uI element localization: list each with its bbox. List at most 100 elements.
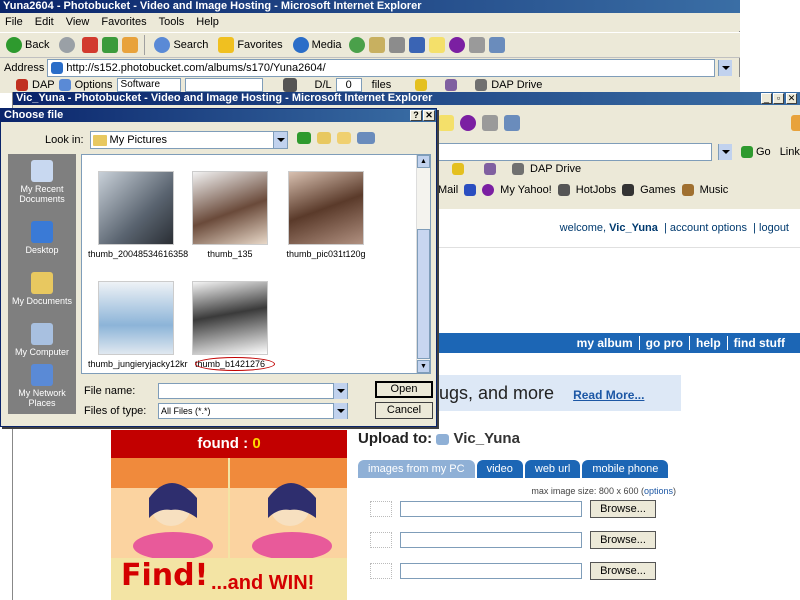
nav-go-pro[interactable]: go pro <box>638 336 689 350</box>
software-select[interactable]: Software <box>116 78 181 92</box>
address-input[interactable]: http://s152.photobucket.com/albums/s170/… <box>47 59 716 77</box>
open-button[interactable]: Open <box>375 381 433 398</box>
upload-file-input[interactable] <box>400 532 582 548</box>
logout-link[interactable]: logout <box>759 222 789 234</box>
dialog-close-button[interactable]: ✕ <box>423 110 435 121</box>
read-more-link[interactable]: Read More... <box>573 388 644 402</box>
file-thumbnail[interactable]: thumb_jungieryjacky12kr <box>88 281 188 369</box>
place-my-network-places[interactable]: My Network Places <box>8 358 76 409</box>
upload-file-input[interactable] <box>400 501 582 517</box>
browse-button[interactable]: Browse... <box>590 531 656 549</box>
file-thumbnail[interactable]: thumb_135 <box>182 171 278 259</box>
file-thumbnail[interactable]: thumb_pic031t120g <box>278 171 374 259</box>
notes-icon[interactable] <box>428 37 445 53</box>
refresh-icon[interactable] <box>102 37 119 53</box>
nav-my-album[interactable]: my album <box>571 336 639 350</box>
dap-drive-label[interactable]: DAP Drive <box>491 79 542 91</box>
menu-file[interactable]: File <box>0 13 30 31</box>
place-desktop[interactable]: Desktop <box>8 205 76 256</box>
nav-find-stuff[interactable]: find stuff <box>726 336 791 350</box>
menu-tools[interactable]: Tools <box>154 13 192 31</box>
media-button[interactable]: Media <box>290 34 345 56</box>
file-name-dropdown[interactable] <box>333 383 347 399</box>
research-icon[interactable] <box>504 115 520 131</box>
tools-icon[interactable] <box>445 79 458 91</box>
menu-favorites[interactable]: Favorites <box>96 13 153 31</box>
files-of-type-dropdown[interactable] <box>333 403 347 419</box>
crosshair-icon[interactable] <box>282 78 297 92</box>
new-folder-icon[interactable] <box>337 132 351 144</box>
game-picture-left[interactable] <box>111 458 228 560</box>
cancel-button[interactable]: Cancel <box>375 402 433 419</box>
menu-view[interactable]: View <box>61 13 97 31</box>
scroll-up-button[interactable]: ▲ <box>417 155 430 168</box>
tab-mobile-phone[interactable]: mobile phone <box>582 460 669 478</box>
place-my-documents[interactable]: My Documents <box>8 256 76 307</box>
research-icon[interactable] <box>488 37 505 53</box>
notes-icon[interactable] <box>438 115 454 131</box>
go-button[interactable]: Go <box>738 143 774 161</box>
find-and-win-ad[interactable]: found : 0 Find! ...and WIN! <box>111 430 347 600</box>
options-link[interactable]: options <box>644 486 673 496</box>
dap-search-input[interactable] <box>184 78 263 92</box>
files-of-type-select[interactable]: All Files (*.*) <box>158 403 348 419</box>
close-button[interactable]: ✕ <box>786 93 797 104</box>
file-thumbnail-selected[interactable]: thumb_b1421276 <box>182 281 278 369</box>
options-label[interactable]: Options <box>75 79 113 91</box>
nav-help[interactable]: help <box>689 336 727 350</box>
links-label[interactable]: Links <box>780 146 800 158</box>
forward-button[interactable] <box>56 34 78 56</box>
game-picture-right[interactable] <box>230 458 347 560</box>
file-list-scrollbar[interactable]: ▲ ▼ <box>416 155 430 373</box>
browse-button[interactable]: Browse... <box>590 500 656 518</box>
drive-icon[interactable] <box>512 163 524 175</box>
minimize-button[interactable]: _ <box>761 93 772 104</box>
games-link[interactable]: Games <box>640 184 675 196</box>
back-arrow-icon[interactable] <box>297 132 311 144</box>
tab-web-url[interactable]: web url <box>524 460 581 478</box>
tab-images-from-pc[interactable]: images from my PC <box>358 460 475 478</box>
yahoo-icon[interactable] <box>448 37 465 53</box>
dap-label[interactable]: DAP <box>32 79 55 91</box>
address-dropdown[interactable] <box>718 60 733 76</box>
browse-button[interactable]: Browse... <box>590 562 656 580</box>
look-in-dropdown[interactable] <box>272 132 287 148</box>
tab-video[interactable]: video <box>476 460 523 478</box>
word-icon[interactable] <box>408 37 425 53</box>
back-button[interactable]: Back <box>3 34 52 56</box>
add-icon[interactable] <box>464 184 477 196</box>
mail-icon[interactable] <box>368 37 385 53</box>
help-button[interactable]: ? <box>410 110 422 121</box>
menu-edit[interactable]: Edit <box>30 13 61 31</box>
account-options-link[interactable]: account options <box>670 222 747 234</box>
messenger-icon[interactable] <box>482 115 498 131</box>
favorites-button[interactable]: Favorites <box>215 34 285 56</box>
search-button[interactable]: Search <box>151 34 211 56</box>
music-link[interactable]: Music <box>700 184 729 196</box>
highlighter-icon[interactable] <box>452 163 464 175</box>
upload-file-input[interactable] <box>400 563 582 579</box>
scroll-thumb[interactable] <box>417 229 430 359</box>
scroll-down-button[interactable]: ▼ <box>417 360 430 373</box>
home-icon[interactable] <box>122 37 139 53</box>
tools-icon[interactable] <box>484 163 496 175</box>
file-name-input[interactable] <box>158 383 348 399</box>
history-icon[interactable] <box>348 37 365 53</box>
front-address-dropdown[interactable] <box>718 144 732 160</box>
my-yahoo-link[interactable]: My Yahoo! <box>500 184 552 196</box>
look-in-select[interactable]: My Pictures <box>89 131 288 149</box>
hotjobs-link[interactable]: HotJobs <box>576 184 616 196</box>
view-menu-icon[interactable] <box>357 132 375 144</box>
print-icon[interactable] <box>388 37 405 53</box>
dap-drive-label[interactable]: DAP Drive <box>530 163 581 175</box>
front-address-input[interactable] <box>438 143 712 161</box>
highlighter-icon[interactable] <box>415 79 428 91</box>
stop-icon[interactable] <box>82 37 99 53</box>
messenger-icon[interactable] <box>468 37 485 53</box>
file-thumbnail[interactable]: thumb_20048534616358 <box>88 171 188 259</box>
place-my-recent-documents[interactable]: My Recent Documents <box>8 154 76 205</box>
up-folder-icon[interactable] <box>317 132 331 144</box>
yahoo-icon[interactable] <box>460 115 476 131</box>
maximize-button[interactable]: ▫ <box>773 93 784 104</box>
drive-icon[interactable] <box>475 79 488 91</box>
